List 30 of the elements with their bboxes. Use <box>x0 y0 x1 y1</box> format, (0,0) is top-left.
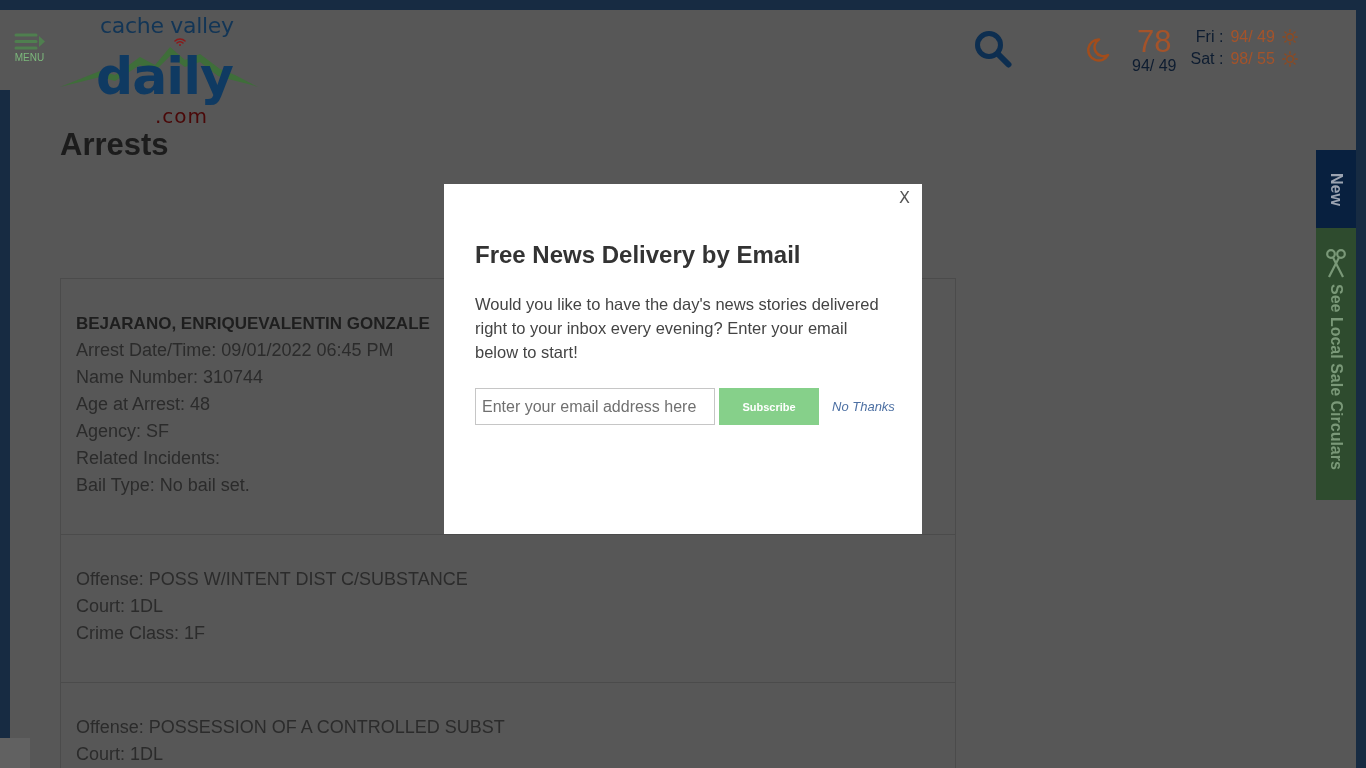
site-logo[interactable]: cache valley daily .com <box>60 15 258 127</box>
close-button[interactable]: X <box>899 188 910 208</box>
sun-icon <box>1281 29 1298 45</box>
dialog-title: Free News Delivery by Email <box>475 240 801 270</box>
menu-button[interactable]: MENU <box>14 33 45 63</box>
wifi-icon <box>174 37 186 46</box>
menu-icon <box>14 33 45 50</box>
no-thanks-link[interactable]: No Thanks <box>832 399 895 414</box>
side-tab[interactable]: New <box>1316 150 1356 228</box>
logo-text: cache valley <box>100 15 234 37</box>
forecast-day: Fri : <box>1195 26 1224 48</box>
search-button[interactable] <box>974 30 1012 68</box>
dialog-message: Would you like to have the day's news stories delivered right to your inbox every evening? Enter your email below to start! <box>475 294 880 363</box>
logo-wordmark: daily <box>96 46 234 106</box>
search-icon <box>974 30 1012 68</box>
email-field[interactable]: Enter your email address here <box>475 388 715 425</box>
scissors-icon <box>1326 248 1346 278</box>
current-temperature: 78 <box>1137 26 1172 57</box>
record-name: BEJARANO, ENRIQUEVALENTIN GONZALE <box>76 313 430 335</box>
forecast-range: 98/ 55 <box>1230 49 1275 69</box>
logo-domain: .com <box>155 106 209 126</box>
corner-tab[interactable] <box>0 738 30 768</box>
page-title: Arrests <box>60 127 169 163</box>
moon-icon <box>1085 37 1110 62</box>
temperature-range: 94/ 49 <box>1132 57 1177 74</box>
forecast-day: Sat : <box>1190 48 1224 70</box>
side-tab[interactable]: See Local Sale Circulars <box>1316 228 1356 500</box>
forecast-range: 94/ 49 <box>1230 27 1275 47</box>
subscribe-button[interactable]: Subscribe <box>719 388 819 425</box>
sun-icon <box>1281 51 1298 67</box>
